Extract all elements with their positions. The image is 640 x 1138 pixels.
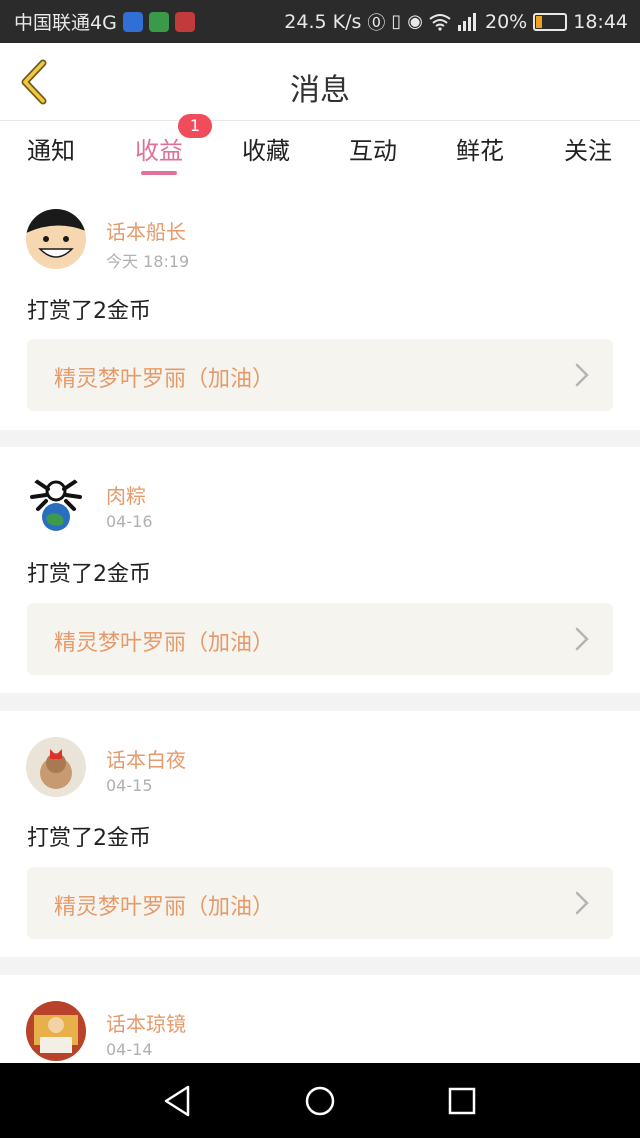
app-header: 消息 bbox=[0, 43, 640, 121]
avatar[interactable] bbox=[26, 737, 86, 797]
message-text: 打赏了2金币 bbox=[27, 562, 151, 587]
tab-flowers[interactable]: 鲜花 bbox=[427, 131, 533, 166]
status-bar: 中国联通4G 24.5 K/s ⓪ ▯ ◉ 20% 18:44 bbox=[0, 0, 640, 43]
red-app-icon bbox=[174, 11, 195, 32]
nfc-icon: ⓪ bbox=[367, 12, 386, 34]
tab-favorites[interactable]: 收藏 bbox=[213, 131, 319, 166]
work-link[interactable]: 精灵梦叶罗丽（加油） bbox=[27, 603, 613, 675]
timestamp: 今天 18:19 bbox=[106, 252, 190, 271]
chevron-right-icon bbox=[575, 363, 589, 387]
message-card: 话本白夜 04-15 打赏了2金币 精灵梦叶罗丽（加油） bbox=[0, 711, 640, 957]
message-list: 话本船长 今天 18:19 打赏了2金币 精灵梦叶罗丽（加油） 肉粽 04-16… bbox=[0, 179, 640, 1063]
wifi-icon bbox=[429, 13, 451, 31]
vibrate-icon: ▯ bbox=[391, 11, 402, 32]
clock: 18:44 bbox=[573, 10, 628, 33]
tab-notifications[interactable]: 通知 bbox=[0, 131, 104, 166]
message-card: 话本船长 今天 18:19 打赏了2金币 精灵梦叶罗丽（加油） bbox=[0, 179, 640, 430]
back-triangle-icon[interactable] bbox=[158, 1081, 198, 1121]
signal-icon bbox=[458, 12, 476, 31]
timestamp: 04-15 bbox=[106, 776, 153, 795]
active-tab-indicator bbox=[141, 171, 177, 175]
green-app-icon bbox=[148, 11, 169, 32]
username[interactable]: 话本琼镜 bbox=[106, 1008, 186, 1037]
message-text: 打赏了2金币 bbox=[27, 826, 151, 851]
work-link[interactable]: 精灵梦叶罗丽（加油） bbox=[27, 867, 613, 939]
message-card: 话本琼镜 04-14 bbox=[0, 975, 640, 1063]
recents-square-icon[interactable] bbox=[442, 1081, 482, 1121]
net-speed: 24.5 K/s bbox=[284, 10, 362, 33]
battery-level: 20% bbox=[485, 10, 528, 33]
chevron-right-icon bbox=[575, 891, 589, 915]
status-bar-right: 24.5 K/s ⓪ ▯ ◉ 20% 18:44 bbox=[284, 9, 628, 35]
avatar[interactable] bbox=[26, 473, 86, 533]
status-bar-left: 中国联通4G bbox=[14, 8, 195, 35]
username[interactable]: 话本白夜 bbox=[106, 744, 186, 773]
username[interactable]: 肉粽 bbox=[106, 480, 146, 509]
eye-icon: ◉ bbox=[407, 11, 423, 32]
work-title: 精灵梦叶罗丽（加油） bbox=[54, 631, 275, 656]
tab-following[interactable]: 关注 bbox=[535, 131, 640, 166]
shield-app-icon bbox=[122, 11, 143, 32]
battery-icon bbox=[533, 12, 568, 31]
chevron-right-icon bbox=[575, 627, 589, 651]
home-circle-icon[interactable] bbox=[300, 1081, 340, 1121]
avatar[interactable] bbox=[26, 209, 86, 269]
tab-bar: 通知 收益 收藏 互动 鲜花 关注 bbox=[0, 121, 640, 179]
tab-interactions[interactable]: 互动 bbox=[320, 131, 426, 166]
page-title: 消息 bbox=[290, 73, 350, 108]
message-card: 肉粽 04-16 打赏了2金币 精灵梦叶罗丽（加油） bbox=[0, 447, 640, 693]
avatar[interactable] bbox=[26, 1001, 86, 1061]
timestamp: 04-16 bbox=[106, 512, 153, 531]
username[interactable]: 话本船长 bbox=[106, 216, 186, 245]
timestamp: 04-14 bbox=[106, 1040, 153, 1059]
unread-badge: 1 bbox=[178, 114, 212, 138]
carrier-label: 中国联通4G bbox=[14, 12, 117, 34]
work-title: 精灵梦叶罗丽（加油） bbox=[54, 367, 275, 392]
system-nav-bar bbox=[0, 1063, 640, 1138]
work-title: 精灵梦叶罗丽（加油） bbox=[54, 895, 275, 920]
battery-fill bbox=[536, 15, 543, 28]
message-text: 打赏了2金币 bbox=[27, 299, 151, 324]
work-link[interactable]: 精灵梦叶罗丽（加油） bbox=[27, 339, 613, 411]
